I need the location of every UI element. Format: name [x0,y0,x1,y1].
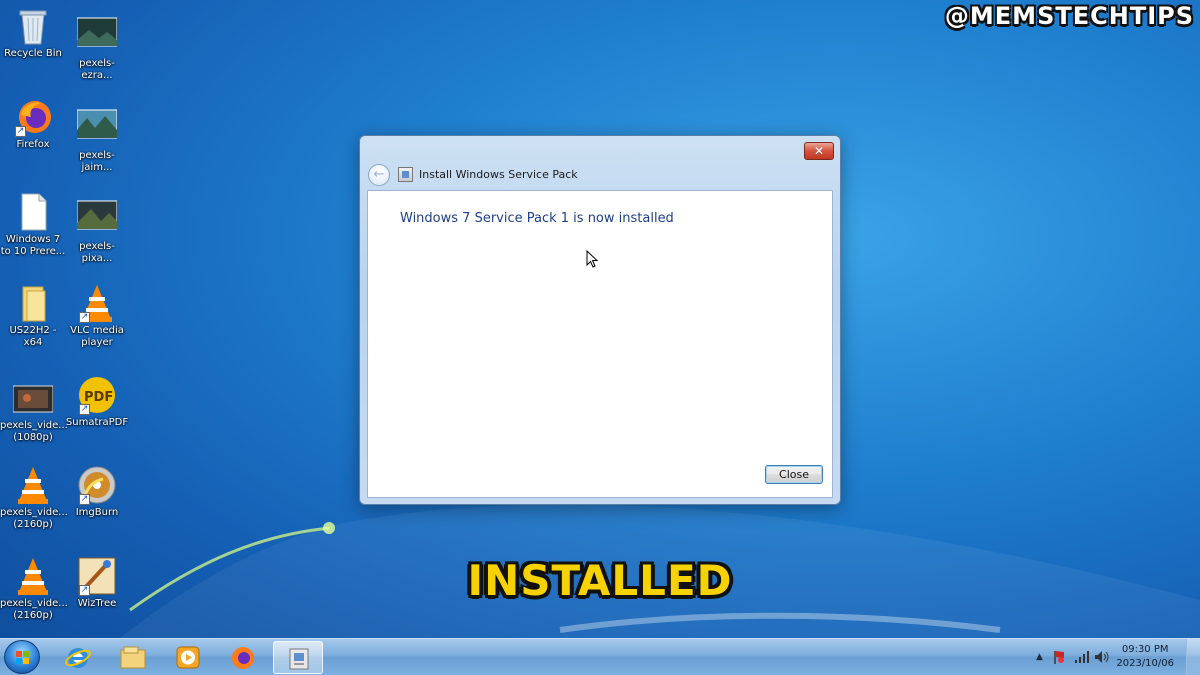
icon-label-line2: (1080p) [13,432,53,443]
firefox-icon: ↗ [13,97,53,137]
icon-label: Firefox [16,139,50,150]
folder-icon [13,283,53,323]
icon-label: VLC media [70,325,124,336]
image-file-icon [76,16,118,56]
desktop-icon-us22h2[interactable]: US22H2 - x64 [0,283,66,349]
clock-time: 09:30 PM [1121,644,1169,655]
shortcut-arrow-icon: ↗ [15,126,26,137]
watermark: @MEMSTECHTIPS [944,2,1194,30]
clock-date: 2023/10/06 [1116,658,1174,669]
desktop-icon-pexels-video-1080p[interactable]: pexels_vide... (1080p) [0,378,68,444]
show-desktop-button[interactable] [1186,639,1200,675]
svg-text:PDF: PDF [84,390,113,405]
action-center-flag-icon[interactable] [1052,649,1066,665]
desktop-icon-pexels-video-2160p-a[interactable]: pexels_vide... (2160p) [0,465,68,531]
desktop-icon-imgburn[interactable]: ↗ ImgBurn [64,465,130,519]
explorer-folder-icon [120,646,146,669]
internet-explorer-icon [65,648,91,668]
icon-label: Recycle Bin [4,48,62,59]
desktop-icon-firefox[interactable]: ↗ Firefox [0,97,66,151]
taskbar-firefox[interactable] [218,641,268,674]
desktop-icon-pexels-pixa[interactable]: pexels-pixa... [64,199,130,265]
mouse-cursor-icon [586,250,599,268]
volume-icon[interactable] [1094,650,1110,664]
icon-label: pexels-pixa... [79,241,115,264]
image-file-icon [76,199,118,239]
icon-label-line2: (2160p) [13,519,53,530]
document-icon [13,192,53,232]
install-status-message: Windows 7 Service Pack 1 is now installe… [400,211,674,226]
icon-label: Windows 7 [5,234,61,245]
desktop-icon-pexels-ezra[interactable]: pexels-ezra... [64,16,130,82]
icon-label: pexels-jaim... [79,150,115,173]
dialog-title: Install Windows Service Pack [419,168,578,181]
taskbar: ▲ 09:30 PM 2023/10/06 [0,638,1200,675]
vlc-icon: ↗ [77,283,117,323]
firefox-icon [232,647,254,669]
installer-icon [398,167,413,182]
windows-logo-icon [16,651,29,664]
icon-label: US22H2 - x64 [9,325,57,348]
recycle-bin-icon [13,6,53,46]
close-button[interactable]: Close [765,465,823,484]
network-signal-icon[interactable] [1074,650,1090,664]
window-close-button[interactable]: ✕ [804,142,834,160]
shortcut-arrow-icon: ↗ [79,404,90,415]
icon-label-line2: player [81,337,113,348]
shortcut-arrow-icon: ↗ [79,312,90,323]
pdf-icon: PDF ↗ [77,375,117,415]
icon-label: pexels-ezra... [79,58,115,81]
desktop: @MEMSTECHTIPS Recycle Bin pexels-ezra...… [0,0,1200,638]
desktop-icon-sumatrapdf[interactable]: PDF ↗ SumatraPDF [64,375,130,429]
clock[interactable]: 09:30 PM 2023/10/06 [1116,643,1174,671]
system-tray: ▲ 09:30 PM 2023/10/06 [1030,639,1200,675]
icon-label: SumatraPDF [65,417,129,428]
taskbar-explorer[interactable] [108,641,158,674]
taskbar-media-player[interactable] [163,641,213,674]
desktop-icon-recycle-bin[interactable]: Recycle Bin [0,6,66,60]
icon-label: pexels_vide... [0,507,68,518]
video-caption: INSTALLED [467,556,733,605]
media-player-icon [176,646,200,669]
taskbar-internet-explorer[interactable] [53,641,103,674]
show-hidden-icons-button[interactable]: ▲ [1036,652,1043,662]
disc-icon: ↗ [77,465,117,505]
icon-label-line2: (2160p) [13,610,53,621]
installer-icon [289,648,309,670]
install-service-pack-dialog: ✕ ← Install Windows Service Pack Windows… [359,135,841,505]
dialog-titlebar: ← Install Windows Service Pack [368,164,768,186]
desktop-icon-vlc[interactable]: ↗ VLC media player [64,283,130,349]
dialog-content: Windows 7 Service Pack 1 is now installe… [367,190,833,498]
start-button[interactable] [4,640,40,674]
icon-label: ImgBurn [75,507,119,518]
desktop-icon-pexels-jaim[interactable]: pexels-jaim... [64,108,130,174]
back-arrow-icon[interactable]: ← [368,164,390,186]
taskbar-installer[interactable] [273,641,323,674]
icon-label-line2: to 10 Prere... [0,246,66,257]
video-file-icon [12,378,54,418]
image-file-icon [76,108,118,148]
shortcut-arrow-icon: ↗ [79,494,90,505]
icon-label: pexels_vide... [0,420,68,431]
vlc-icon [13,465,53,505]
desktop-icon-windows7-to-10[interactable]: Windows 7 to 10 Prere... [0,192,66,258]
